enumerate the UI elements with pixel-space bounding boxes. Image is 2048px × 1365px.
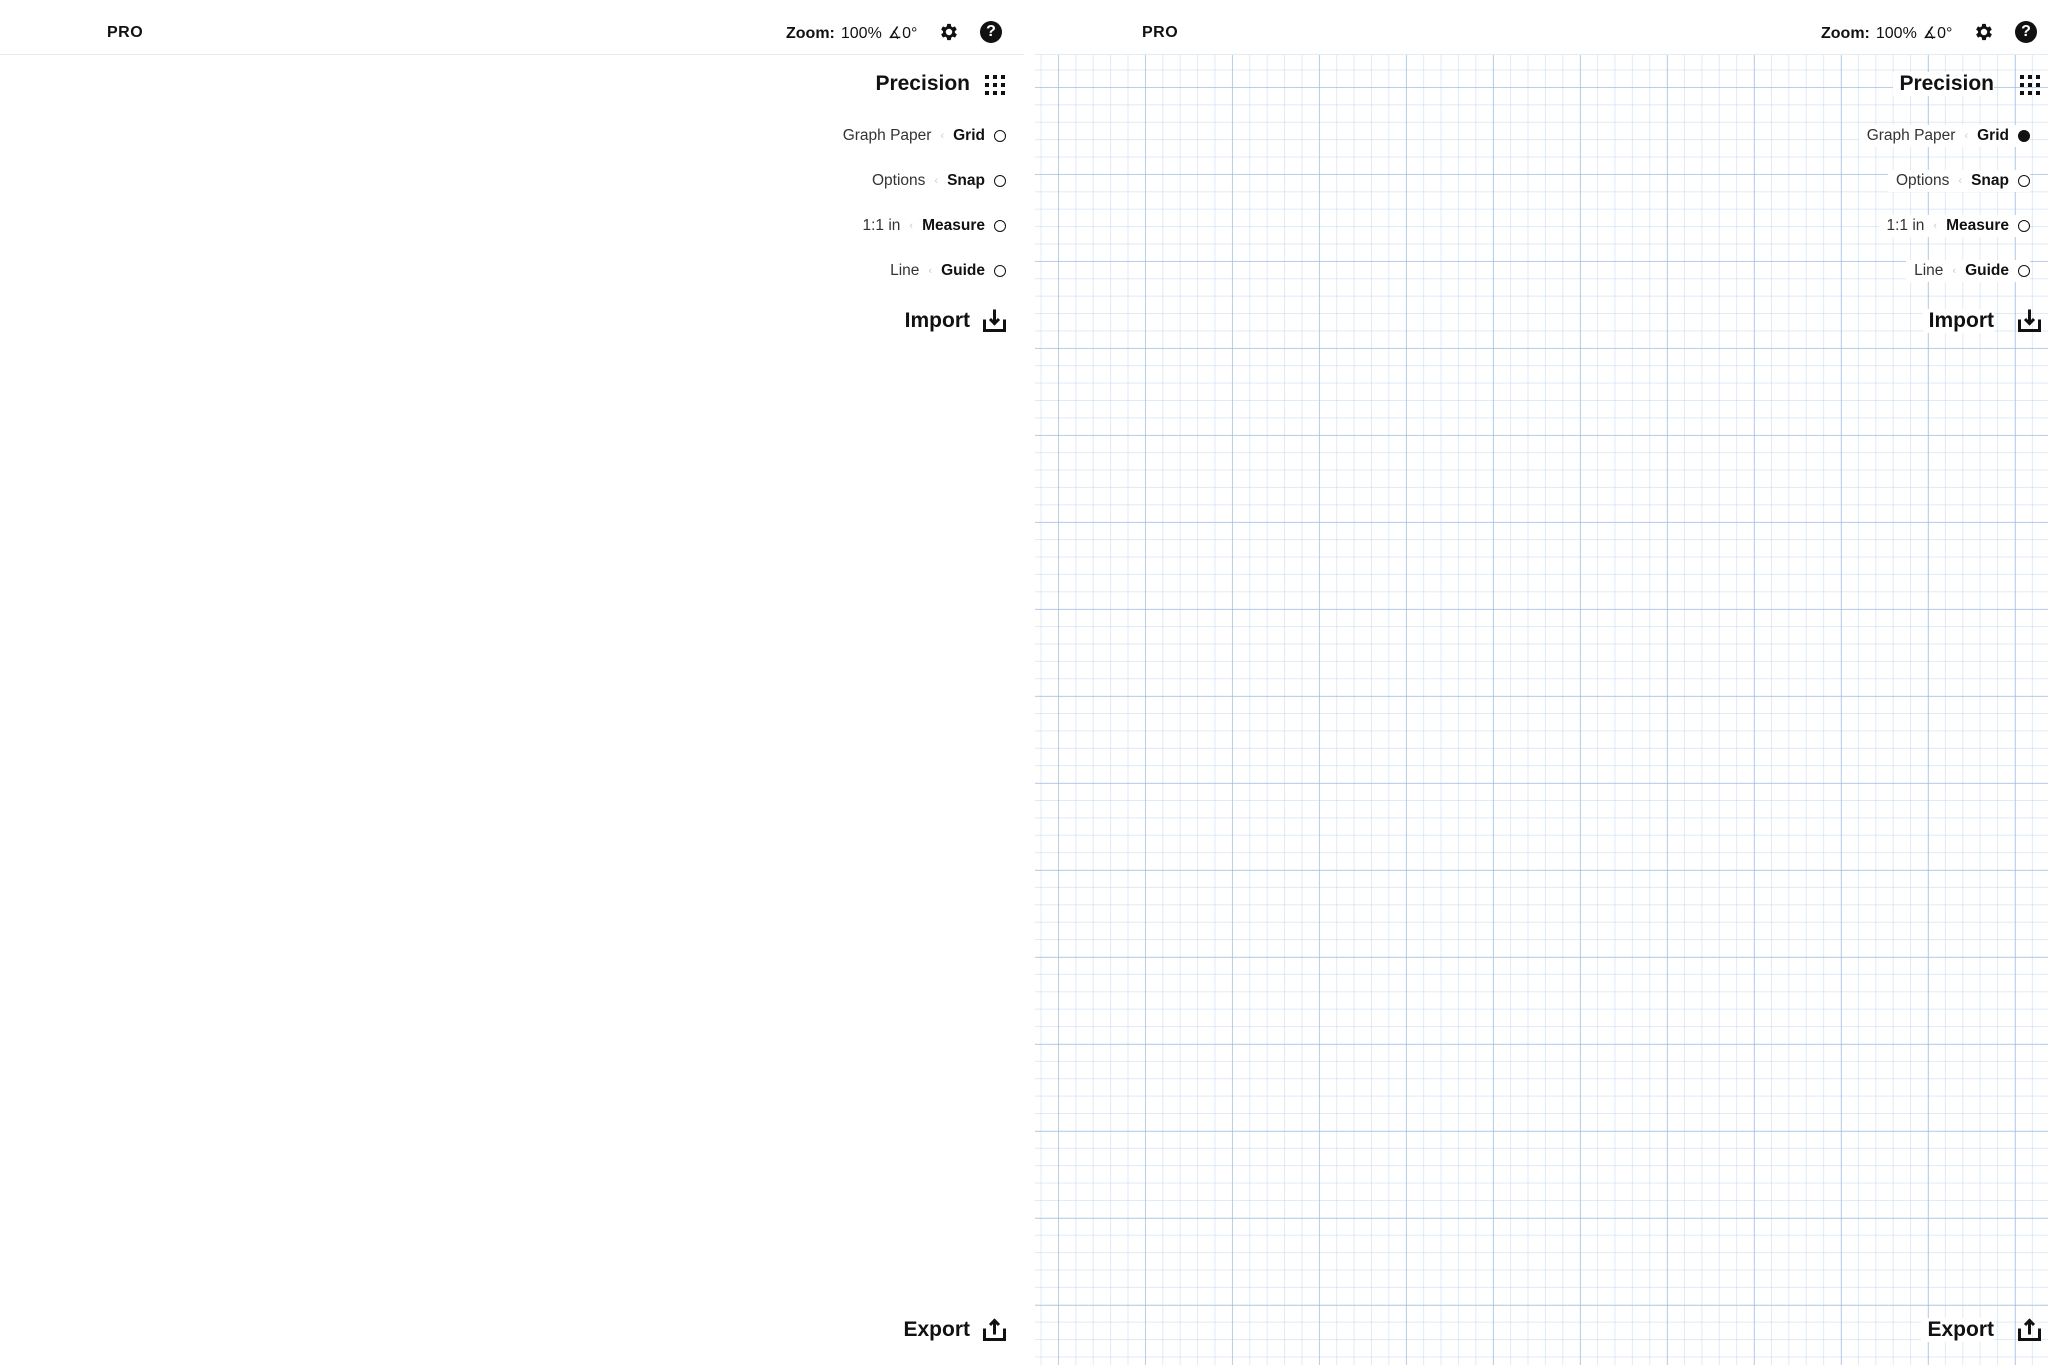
option-sub-label: Options <box>872 172 926 189</box>
option-snap[interactable]: Options ‹ Snap <box>1888 170 2030 192</box>
option-name: Grid <box>953 127 985 144</box>
guide-radio-toggle[interactable] <box>2018 265 2030 277</box>
dots-grid-icon[interactable] <box>984 74 1006 96</box>
option-sub-label: Graph Paper <box>842 127 932 144</box>
download-tray-icon[interactable] <box>2017 309 2042 333</box>
grid-radio-toggle[interactable] <box>994 130 1006 142</box>
zoom-label: Zoom: <box>786 25 835 42</box>
separator-chevron-icon: ‹ <box>1933 220 1938 232</box>
separator-chevron-icon: ‹ <box>1964 130 1969 142</box>
dots-grid-icon[interactable] <box>2019 74 2041 96</box>
separator-chevron-icon: ‹ <box>940 130 945 142</box>
option-measure[interactable]: 1:1 in ‹ Measure <box>1878 215 2030 237</box>
screen-grid-on: PRO Zoom: 100% ∡0° ? Precision Graph Paper… <box>1035 0 2048 1365</box>
snap-radio-toggle[interactable] <box>2018 175 2030 187</box>
option-name: Measure <box>1946 217 2009 234</box>
separator-chevron-icon: ‹ <box>934 175 939 187</box>
option-sub-label: Graph Paper <box>1866 127 1956 144</box>
help-icon[interactable]: ? <box>980 21 1002 43</box>
precision-title[interactable]: Precision <box>869 72 970 96</box>
graph-paper-canvas[interactable] <box>1035 54 2048 1365</box>
zoom-value: 100% <box>840 25 882 42</box>
zoom-value: 100% <box>1875 25 1917 42</box>
option-name: Snap <box>947 172 985 189</box>
screen-grid-off: PRO Zoom: 100% ∡0° ? Precision Graph Paper… <box>0 0 1024 1365</box>
upload-tray-icon[interactable] <box>982 1318 1007 1342</box>
option-sub-label: Options <box>1896 172 1950 189</box>
option-measure[interactable]: 1:1 in ‹ Measure <box>854 215 1006 237</box>
option-snap[interactable]: Options ‹ Snap <box>864 170 1006 192</box>
option-grid[interactable]: Graph Paper ‹ Grid <box>1858 125 2030 147</box>
option-sub-label: Line <box>1914 262 1944 279</box>
upload-tray-icon[interactable] <box>2017 1318 2042 1342</box>
option-name: Snap <box>1971 172 2009 189</box>
gear-icon[interactable] <box>938 21 960 43</box>
separator-chevron-icon: ‹ <box>1952 265 1957 277</box>
option-guide[interactable]: Line ‹ Guide <box>882 260 1006 282</box>
option-sub-label: Line <box>890 262 920 279</box>
guide-radio-toggle[interactable] <box>994 265 1006 277</box>
option-guide[interactable]: Line ‹ Guide <box>1906 260 2030 282</box>
top-bar: PRO Zoom: 100% ∡0° ? <box>1035 0 2048 55</box>
zoom-indicator[interactable]: Zoom: 100% ∡0° <box>786 23 917 43</box>
option-name: Measure <box>922 217 985 234</box>
separator-chevron-icon: ‹ <box>1958 175 1963 187</box>
option-name: Guide <box>941 262 985 279</box>
help-icon[interactable]: ? <box>2015 21 2037 43</box>
import-button[interactable]: Import <box>898 309 970 333</box>
precision-title[interactable]: Precision <box>1893 72 1994 96</box>
separator-chevron-icon: ‹ <box>928 265 933 277</box>
measure-radio-toggle[interactable] <box>994 220 1006 232</box>
separator-chevron-icon: ‹ <box>909 220 914 232</box>
rotation-angle: ∡0° <box>1922 25 1953 42</box>
option-name: Guide <box>1965 262 2009 279</box>
import-button[interactable]: Import <box>1922 309 1994 333</box>
measure-radio-toggle[interactable] <box>2018 220 2030 232</box>
snap-radio-toggle[interactable] <box>994 175 1006 187</box>
export-button[interactable]: Export <box>1921 1318 1994 1342</box>
zoom-label: Zoom: <box>1821 25 1870 42</box>
option-grid[interactable]: Graph Paper ‹ Grid <box>834 125 1006 147</box>
gear-icon[interactable] <box>1973 21 1995 43</box>
grid-radio-toggle[interactable] <box>2018 130 2030 142</box>
zoom-indicator[interactable]: Zoom: 100% ∡0° <box>1821 23 1952 43</box>
option-name: Grid <box>1977 127 2009 144</box>
option-sub-label: 1:1 in <box>862 217 901 234</box>
download-tray-icon[interactable] <box>982 309 1007 333</box>
rotation-angle: ∡0° <box>887 25 918 42</box>
brand-label: PRO <box>107 24 144 41</box>
export-button[interactable]: Export <box>897 1318 970 1342</box>
brand-label: PRO <box>1142 24 1179 41</box>
top-bar: PRO Zoom: 100% ∡0° ? <box>0 0 1024 55</box>
option-sub-label: 1:1 in <box>1886 217 1925 234</box>
